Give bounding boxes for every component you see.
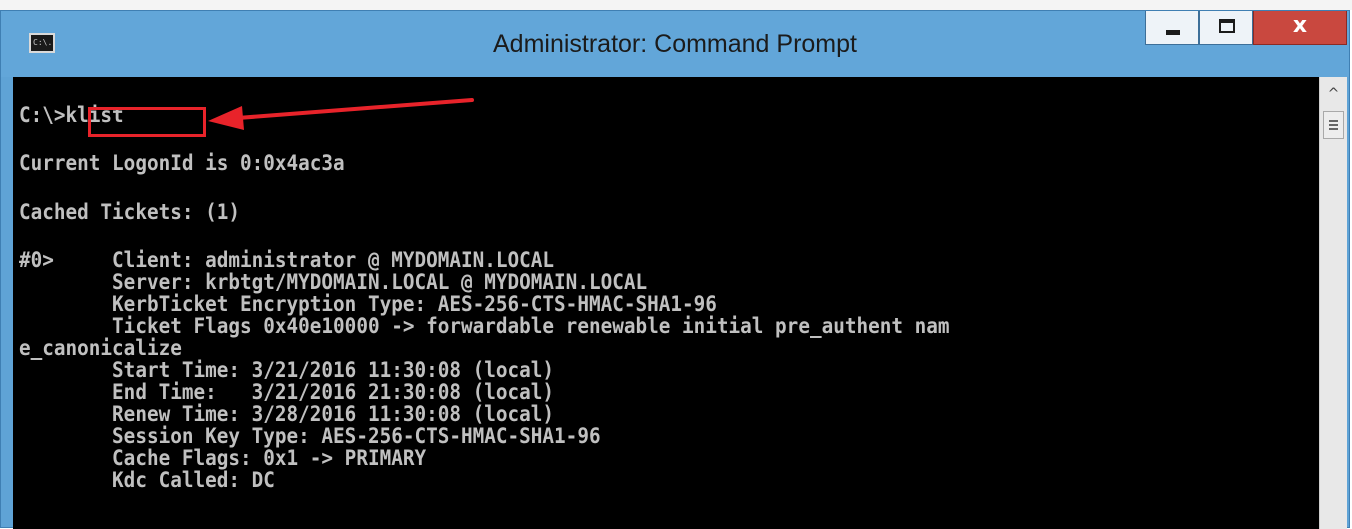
- console-line-ticket-flags-wrap: e_canonicalize: [19, 336, 182, 360]
- close-icon: x: [1292, 13, 1308, 38]
- console-line-kdc-called: Kdc Called: DC: [19, 468, 275, 492]
- console-line-session-key: Session Key Type: AES-256-CTS-HMAC-SHA1-…: [19, 424, 601, 448]
- console-line-renew-time: Renew Time: 3/28/2016 11:30:08 (local): [19, 402, 555, 426]
- scroll-thumb[interactable]: [1323, 111, 1344, 139]
- maximize-icon: [1219, 19, 1235, 33]
- grip-line: [1329, 120, 1338, 122]
- console-output[interactable]: C:\>klist Current LogonId is 0:0x4ac3a C…: [13, 77, 1319, 529]
- console-line-encryption: KerbTicket Encryption Type: AES-256-CTS-…: [19, 292, 717, 316]
- console-line-start-time: Start Time: 3/21/2016 11:30:08 (local): [19, 358, 555, 382]
- vertical-scrollbar[interactable]: ^: [1319, 77, 1347, 529]
- close-button[interactable]: x: [1253, 11, 1347, 45]
- command-prompt-window: C:\. Administrator: Command Prompt x C:\…: [0, 10, 1350, 529]
- minimize-icon: [1166, 30, 1180, 35]
- console-line-end-time: End Time: 3/21/2016 21:30:08 (local): [19, 380, 555, 404]
- grip-line: [1329, 128, 1338, 130]
- minimize-button[interactable]: [1145, 11, 1199, 45]
- annotation-highlight-box: [88, 107, 206, 137]
- console-line-client: #0> Client: administrator @ MYDOMAIN.LOC…: [19, 248, 555, 272]
- console-line-cache-flags: Cache Flags: 0x1 -> PRIMARY: [19, 446, 427, 470]
- scroll-up-icon[interactable]: ^: [1320, 83, 1347, 105]
- title-bar[interactable]: C:\. Administrator: Command Prompt x: [1, 11, 1349, 77]
- console-line-server: Server: krbtgt/MYDOMAIN.LOCAL @ MYDOMAIN…: [19, 270, 648, 294]
- grip-line: [1329, 124, 1338, 126]
- console-line-ticket-flags: Ticket Flags 0x40e10000 -> forwardable r…: [19, 314, 950, 338]
- console-line-logon-id: Current LogonId is 0:0x4ac3a: [19, 151, 345, 175]
- background-strip: [0, 0, 1352, 10]
- maximize-button[interactable]: [1199, 11, 1253, 45]
- console-line-cached-tickets: Cached Tickets: (1): [19, 200, 241, 224]
- red-arrow-annotation: [208, 98, 474, 130]
